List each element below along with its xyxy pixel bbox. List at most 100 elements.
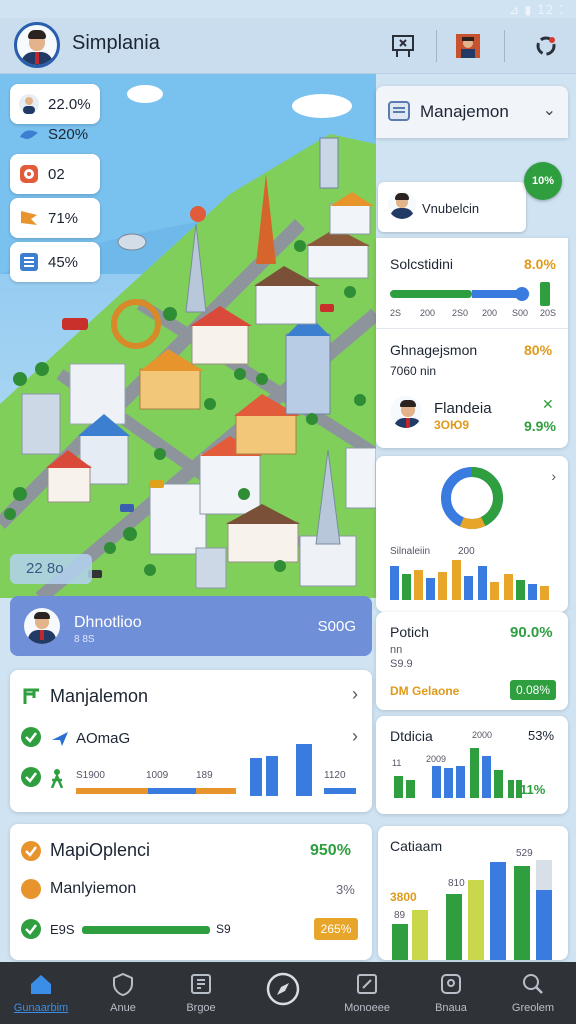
patch-sub: nn <box>390 644 403 656</box>
player-value: 9.9% <box>524 418 556 434</box>
tick-label: 529 <box>516 848 533 859</box>
nav-location[interactable]: Bnaua <box>410 962 492 1024</box>
donut-chart-card: › Silnaleiin 200 <box>376 456 568 612</box>
tag-value-badge[interactable]: 0.08% <box>510 680 556 700</box>
row-label: E9S <box>50 922 75 937</box>
nav-label: Anue <box>110 1002 136 1014</box>
patch-value: 90.0% <box>510 624 553 641</box>
chip-happiness[interactable]: S20% <box>10 114 100 154</box>
grid-icon <box>191 974 211 994</box>
patch-card: Potich 90.0% nn S9.9 DM Gelaone 0.08% <box>376 612 568 710</box>
chip-list[interactable]: 45% <box>10 242 100 282</box>
chevron-right-icon[interactable]: › <box>352 684 358 705</box>
chart-title: Catiaam <box>390 838 443 854</box>
player-sub: 8 8S <box>74 634 95 645</box>
nav-home[interactable]: Gunaarbim <box>0 962 82 1024</box>
nav-grid[interactable]: Brgoe <box>160 962 242 1024</box>
stat-sub: 7060 nin <box>390 364 437 378</box>
management-card: Manjalemon › AOmaG › S1900 1009 189 1120 <box>10 670 372 812</box>
nav-label: Bnaua <box>435 1002 467 1014</box>
nav-label: Greolem <box>511 1002 555 1014</box>
nav-label: Brgoe <box>186 1002 216 1014</box>
location-icon <box>441 974 461 994</box>
bird-icon <box>20 130 38 139</box>
nav-label: Monoeee <box>344 1002 390 1014</box>
donut-chart <box>441 467 503 529</box>
progress-chart <box>76 744 356 796</box>
stat-value: 53% <box>528 728 555 743</box>
avatar[interactable] <box>14 22 60 68</box>
stat-percent: 11% <box>520 782 546 797</box>
row-value: 3% <box>336 882 355 897</box>
nav-search[interactable]: Greolem <box>492 962 574 1024</box>
player-name: Dhnotlioo <box>74 614 142 631</box>
chip-value: 02 <box>48 166 65 183</box>
bottom-chart-card: Catiaam 529 3800 89 810 <box>378 826 568 960</box>
crane-icon <box>23 688 39 704</box>
settings-icon[interactable] <box>530 30 562 62</box>
tag-badge[interactable]: 265% <box>314 918 358 940</box>
bar-chart <box>390 560 549 600</box>
player-bar[interactable]: Dhnotlioo 8 8S S00G <box>10 596 372 656</box>
check-icon <box>21 879 41 899</box>
person-icon <box>19 94 39 114</box>
document-icon <box>388 101 410 121</box>
player-name: Flandeia <box>434 400 492 417</box>
progress-bar <box>82 926 210 934</box>
chevron-right-icon[interactable]: › <box>551 468 556 484</box>
chip-flag[interactable]: 71% <box>10 198 100 238</box>
stat-value: 80% <box>524 342 553 358</box>
stat-value: 8.0% <box>524 256 556 272</box>
tick-label: 200 <box>482 308 498 318</box>
target-icon <box>20 165 38 183</box>
build-icon[interactable] <box>388 30 420 62</box>
tick-label: 20S <box>540 308 557 318</box>
row-value: 950% <box>310 842 351 859</box>
worker-icon <box>50 769 64 788</box>
home-icon <box>31 975 51 994</box>
shield-icon <box>113 972 133 997</box>
row-label: MapiOplenci <box>50 840 151 860</box>
stat-label: Dtdicia <box>390 728 433 744</box>
tag-label: DM Gelaone <box>390 684 460 698</box>
player-avatar[interactable] <box>390 396 422 428</box>
player-sub: 3ОЮ9 <box>434 418 470 432</box>
status-badge[interactable]: 10% <box>524 162 562 200</box>
chip-value: 22.0% <box>48 96 91 113</box>
app-header: Simplania <box>0 18 576 74</box>
portrait-icon[interactable] <box>452 30 484 62</box>
row-value: S9 <box>216 922 231 936</box>
row-label: Manlyiemon <box>50 880 137 897</box>
flag-icon <box>21 211 37 225</box>
tick-label: 200 <box>420 308 436 318</box>
chip-value: S20% <box>48 126 89 143</box>
chip-target[interactable]: 02 <box>10 154 100 194</box>
close-icon[interactable]: ✕ <box>542 396 554 413</box>
management-panel-header[interactable]: Manajemon ⌄ <box>376 86 568 138</box>
check-icon <box>21 919 41 939</box>
nav-compass[interactable] <box>242 962 324 1024</box>
nav-edit[interactable]: Monoeee <box>326 962 408 1024</box>
player-value: S00G <box>317 618 356 635</box>
app-title: Simplania <box>72 32 160 54</box>
chevron-down-icon[interactable]: ⌄ <box>543 100 556 120</box>
tick-label: 2S0 <box>452 308 469 318</box>
tick-label: S00 <box>512 308 529 318</box>
plane-icon <box>52 732 68 746</box>
bar-chart <box>392 860 552 960</box>
stat-label: Ghnagejsmon <box>390 342 478 358</box>
nav-shield[interactable]: Anue <box>82 962 164 1024</box>
list-icon <box>20 253 38 271</box>
stats-card: Solcstidini 8.0% 2S 200 2S0 200 S00 20S … <box>376 238 568 448</box>
patch-label: Potich <box>390 624 429 640</box>
map-coordinate: 22 8o <box>10 554 92 584</box>
map-options-card: MapiOplenci 950% Manlyiemon 3% E9S S9 26… <box>10 824 372 960</box>
search-icon <box>523 974 543 994</box>
progress-bar <box>390 282 550 306</box>
city-map[interactable]: 22.0% S20% 02 71% 45% <box>0 74 376 598</box>
compass-icon <box>266 972 300 1006</box>
card-title: Manjalemon <box>50 686 149 706</box>
user-card[interactable]: Vnubelcin <box>378 182 526 232</box>
player-avatar <box>24 608 60 644</box>
tick-label: 2000 <box>472 730 493 740</box>
